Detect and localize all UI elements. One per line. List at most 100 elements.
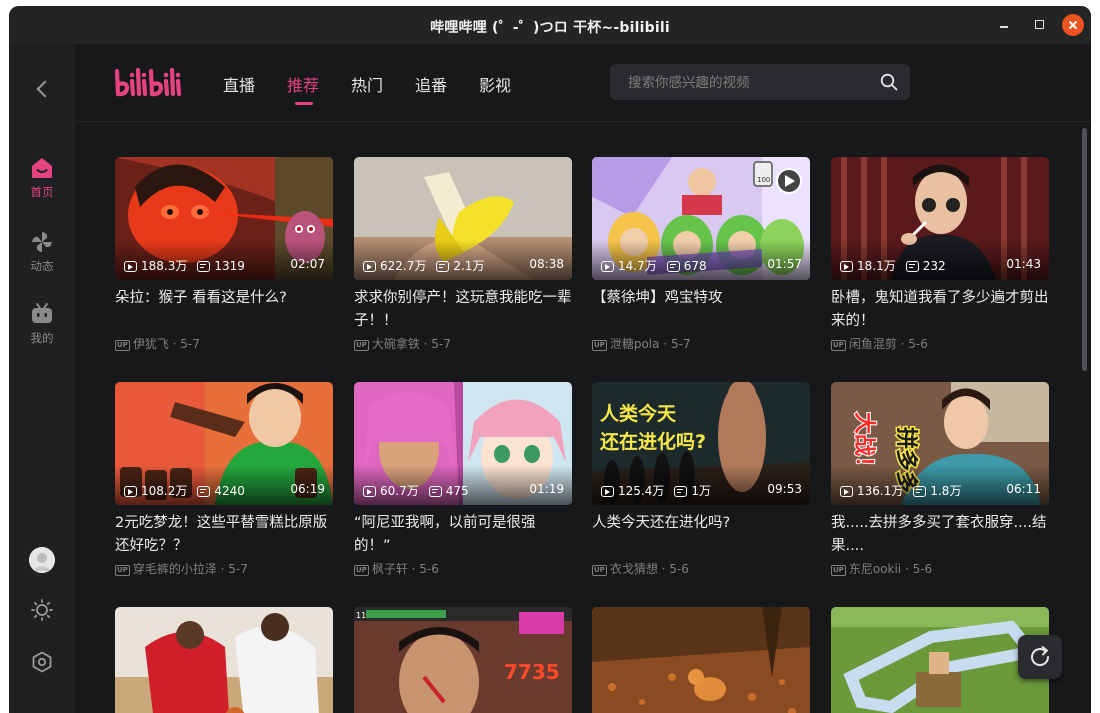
back-button[interactable] — [31, 78, 55, 102]
video-stats: 125.4万 1万 09:53 — [601, 482, 802, 498]
video-stats: 108.2万 4240 06:19 — [124, 482, 325, 498]
danmaku-count: 678 — [683, 259, 707, 273]
meta-separator: · — [168, 337, 181, 351]
view-count: 18.1万 — [857, 259, 896, 273]
video-stats: 188.3万 1319 02:07 — [124, 257, 325, 273]
thumbnail-image — [831, 607, 1049, 713]
meta-separator: · — [419, 337, 432, 351]
settings-hexagon-icon[interactable] — [30, 650, 54, 674]
sun-icon[interactable] — [30, 598, 54, 622]
upload-date: 5-7 — [431, 337, 451, 351]
danmaku-icon — [436, 261, 450, 272]
sidebar-item-label: 首页 — [30, 185, 54, 199]
meta-separator: · — [901, 562, 913, 576]
up-badge-icon: UP — [115, 340, 130, 351]
play-count-icon — [124, 261, 137, 272]
video-title[interactable]: “阿尼亚我啊，以前可是很强的！” — [354, 512, 572, 558]
search-box — [610, 64, 910, 102]
avatar-image — [29, 547, 55, 573]
video-title[interactable]: 【蔡徐坤】鸡宝特攻 — [592, 287, 810, 310]
up-badge-icon: UP — [592, 565, 607, 576]
danmaku-icon — [197, 486, 211, 497]
thumbnail-image — [592, 607, 810, 713]
play-count-icon — [840, 261, 853, 272]
video-thumbnail[interactable]: 18.1万 232 01:43 — [831, 157, 1049, 280]
sidebar-item-home[interactable]: 首页 — [9, 156, 75, 200]
close-button[interactable] — [1062, 14, 1084, 36]
danmaku-count: 4240 — [214, 484, 245, 498]
uploader-name: 东尼ookii — [848, 562, 902, 576]
meta-separator: · — [216, 562, 229, 576]
video-thumbnail[interactable]: 大战！ 拼多多 136.1万 1.8万 06:11 — [831, 382, 1049, 505]
tab-movies[interactable]: 影视 — [479, 72, 511, 96]
upload-date: 5-6 — [669, 562, 689, 576]
video-meta[interactable]: UP 大碗拿铁 · 5-7 — [354, 335, 451, 352]
video-thumbnail[interactable] — [831, 607, 1049, 713]
video-duration: 02:07 — [290, 257, 325, 271]
scrollbar-thumb[interactable] — [1082, 128, 1087, 371]
avatar[interactable] — [29, 547, 55, 573]
refresh-icon — [1031, 646, 1050, 666]
thumbnail-image — [115, 607, 333, 713]
video-meta[interactable]: UP 东尼ookii · 5-6 — [831, 560, 932, 577]
danmaku-icon — [197, 261, 211, 272]
video-meta[interactable]: UP 衣戈猜想 · 5-6 — [592, 560, 689, 577]
tab-anime[interactable]: 追番 — [415, 72, 447, 96]
maximize-button[interactable] — [1029, 14, 1051, 36]
video-thumbnail[interactable]: 622.7万 2.1万 08:38 — [354, 157, 572, 280]
video-duration: 01:43 — [1006, 257, 1041, 271]
video-title[interactable]: 我.....去拼多多买了套衣服穿....结果.... — [831, 512, 1049, 558]
up-badge-icon: UP — [831, 565, 846, 576]
tab-live[interactable]: 直播 — [223, 72, 255, 96]
video-title[interactable]: 卧槽，鬼知道我看了多少遍才剪出来的！ — [831, 287, 1049, 333]
sidebar: 首页 动态 我的 — [9, 44, 75, 713]
up-badge-icon: UP — [354, 340, 369, 351]
video-meta[interactable]: UP 伊犹飞 · 5-7 — [115, 335, 200, 352]
play-count-icon — [601, 486, 614, 497]
video-title[interactable]: 2元吃梦龙！这些平替雪糕比原版还好吃？？ — [115, 512, 333, 558]
video-duration: 01:19 — [529, 482, 564, 496]
video-thumbnail[interactable]: 11 7735 — [354, 607, 572, 713]
video-stats: 18.1万 232 01:43 — [840, 257, 1041, 273]
sidebar-item-mine[interactable]: 我的 — [9, 302, 75, 346]
tab-popular[interactable]: 热门 — [351, 72, 383, 96]
uploader-name: 枫子轩 — [371, 562, 408, 576]
pinwheel-icon — [32, 232, 52, 252]
video-thumbnail[interactable]: 人类今天 还在进化吗? 125.4万 1万 09:53 — [592, 382, 810, 505]
thumbnail-overlay-text: 人类今天 — [600, 402, 677, 425]
video-thumbnail[interactable] — [592, 607, 810, 713]
video-thumbnail[interactable] — [115, 607, 333, 713]
video-meta[interactable]: UP 泄糖pola · 5-7 — [592, 335, 691, 352]
bilibili-logo[interactable] — [113, 66, 189, 100]
video-meta[interactable]: UP 穿毛裤的小拉泽 · 5-7 — [115, 560, 248, 577]
minimize-button[interactable] — [993, 14, 1015, 36]
video-title[interactable]: 朵拉：猴子 看看这是什么? — [115, 287, 333, 310]
uploader-name: 伊犹飞 — [132, 337, 169, 351]
video-thumbnail[interactable]: 100 14.7万 678 01:57 — [592, 157, 810, 280]
video-duration: 01:57 — [767, 257, 802, 271]
video-thumbnail[interactable]: 108.2万 4240 06:19 — [115, 382, 333, 505]
up-badge-icon: UP — [592, 340, 607, 351]
video-meta[interactable]: UP 闲鱼混剪 · 5-6 — [831, 335, 928, 352]
sidebar-item-dynamic[interactable]: 动态 — [9, 230, 75, 274]
tab-recommend[interactable]: 推荐 — [287, 72, 319, 105]
upload-date: 5-7 — [180, 337, 200, 351]
play-count-icon — [601, 261, 614, 272]
app-window: 哔哩哔哩 (゜-゜)つロ 干杯~-bilibili 首页 动态 我的 直播 推荐… — [9, 6, 1091, 713]
upload-date: 5-7 — [228, 562, 248, 576]
window-title: 哔哩哔哩 (゜-゜)つロ 干杯~-bilibili — [430, 20, 670, 36]
video-duration: 06:19 — [290, 482, 325, 496]
upload-date: 5-7 — [670, 337, 691, 351]
video-meta[interactable]: UP 枫子轩 · 5-6 — [354, 560, 439, 577]
video-title[interactable]: 求求你别停产！这玩意我能吃一辈子！！ — [354, 287, 572, 333]
tv-icon — [32, 303, 52, 323]
video-thumbnail[interactable]: 60.7万 475 01:19 — [354, 382, 572, 505]
search-input[interactable] — [626, 64, 870, 102]
video-thumbnail[interactable]: 188.3万 1319 02:07 — [115, 157, 333, 280]
video-stats: 14.7万 678 01:57 — [601, 257, 802, 273]
video-title[interactable]: 人类今天还在进化吗? — [592, 512, 810, 535]
search-icon[interactable] — [880, 73, 898, 91]
view-count: 125.4万 — [618, 484, 665, 498]
up-badge-icon: UP — [831, 340, 846, 351]
refresh-button[interactable] — [1018, 635, 1062, 679]
